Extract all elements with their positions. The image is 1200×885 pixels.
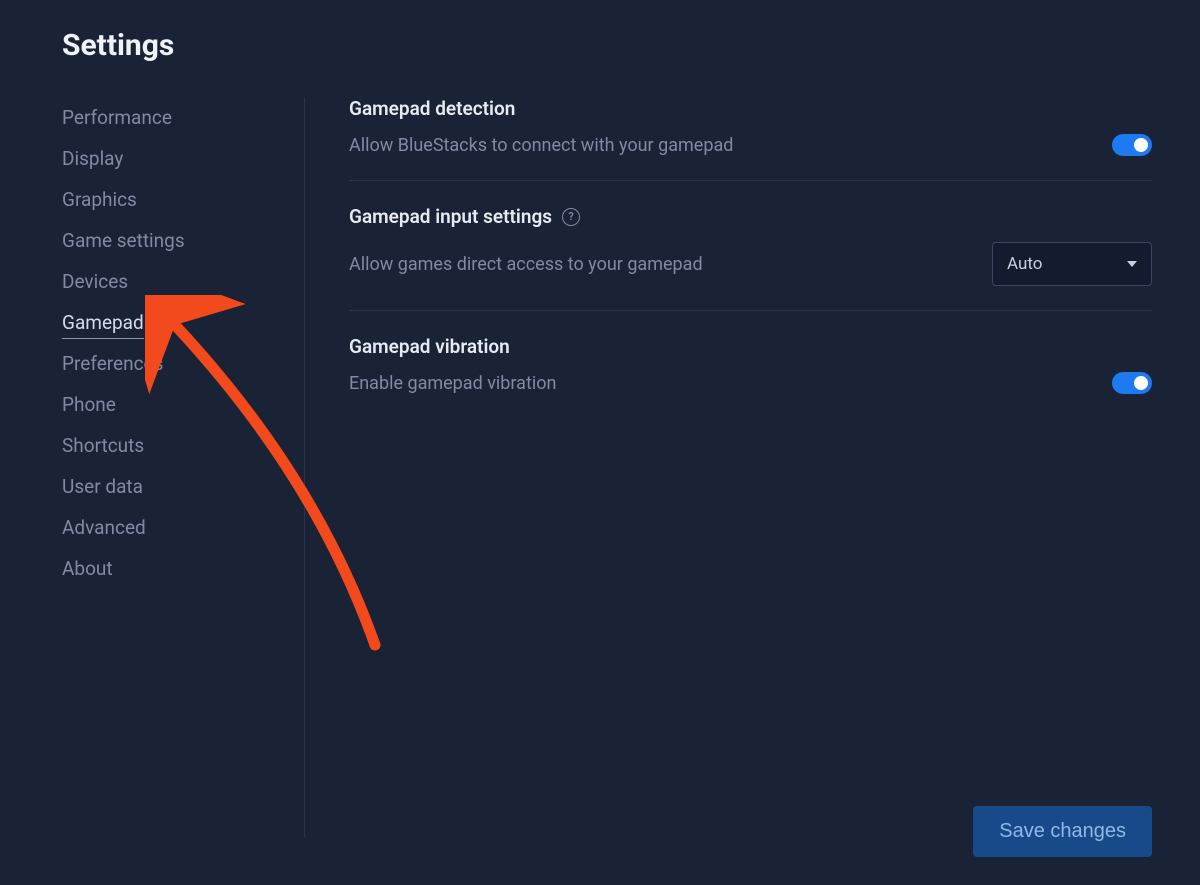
page-title: Settings (0, 0, 1200, 63)
sidebar-item-label: Performance (62, 106, 172, 129)
section-title: Gamepad detection (349, 97, 1152, 120)
sidebar-item-gamepad[interactable]: Gamepad (62, 302, 304, 343)
sidebar-item-performance[interactable]: Performance (62, 97, 304, 138)
sidebar-item-user-data[interactable]: User data (62, 466, 304, 507)
section-row: Allow games direct access to your gamepa… (349, 242, 1152, 286)
sidebar-item-advanced[interactable]: Advanced (62, 507, 304, 548)
section-desc: Enable gamepad vibration (349, 373, 556, 394)
sidebar-item-shortcuts[interactable]: Shortcuts (62, 425, 304, 466)
sidebar-item-display[interactable]: Display (62, 138, 304, 179)
sidebar-item-label: Game settings (62, 229, 185, 252)
help-icon[interactable]: ? (562, 208, 580, 226)
save-changes-button[interactable]: Save changes (973, 806, 1152, 857)
sidebar-item-label: Preferences (62, 352, 163, 375)
chevron-down-icon (1127, 261, 1137, 267)
section-gamepad-detection: Gamepad detection Allow BlueStacks to co… (349, 97, 1152, 181)
sidebar: Performance Display Graphics Game settin… (0, 97, 305, 837)
sidebar-item-label: Display (62, 147, 123, 170)
section-desc: Allow BlueStacks to connect with your ga… (349, 135, 733, 156)
sidebar-item-devices[interactable]: Devices (62, 261, 304, 302)
section-title: Gamepad vibration (349, 335, 1152, 358)
gamepad-input-select[interactable]: Auto (992, 242, 1152, 286)
sidebar-item-phone[interactable]: Phone (62, 384, 304, 425)
sidebar-item-label: User data (62, 475, 143, 498)
section-title-text: Gamepad detection (349, 97, 515, 120)
sidebar-item-label: Graphics (62, 188, 137, 211)
section-title-text: Gamepad input settings (349, 205, 552, 228)
gamepad-detection-toggle[interactable] (1112, 134, 1152, 156)
section-title: Gamepad input settings ? (349, 205, 1152, 228)
section-desc: Allow games direct access to your gamepa… (349, 254, 703, 275)
gamepad-vibration-toggle[interactable] (1112, 372, 1152, 394)
sidebar-item-label: Shortcuts (62, 434, 144, 457)
section-gamepad-input: Gamepad input settings ? Allow games dir… (349, 205, 1152, 311)
sidebar-item-graphics[interactable]: Graphics (62, 179, 304, 220)
section-row: Allow BlueStacks to connect with your ga… (349, 134, 1152, 156)
sidebar-item-preferences[interactable]: Preferences (62, 343, 304, 384)
sidebar-item-label: About (62, 557, 113, 580)
select-value: Auto (1007, 254, 1042, 274)
sidebar-item-label: Gamepad (62, 311, 144, 339)
sidebar-item-game-settings[interactable]: Game settings (62, 220, 304, 261)
section-title-text: Gamepad vibration (349, 335, 510, 358)
sidebar-item-label: Phone (62, 393, 116, 416)
settings-layout: Performance Display Graphics Game settin… (0, 63, 1200, 837)
section-gamepad-vibration: Gamepad vibration Enable gamepad vibrati… (349, 335, 1152, 418)
section-row: Enable gamepad vibration (349, 372, 1152, 394)
sidebar-item-label: Devices (62, 270, 128, 293)
sidebar-item-label: Advanced (62, 516, 146, 539)
main-panel: Gamepad detection Allow BlueStacks to co… (305, 97, 1200, 837)
sidebar-item-about[interactable]: About (62, 548, 304, 589)
